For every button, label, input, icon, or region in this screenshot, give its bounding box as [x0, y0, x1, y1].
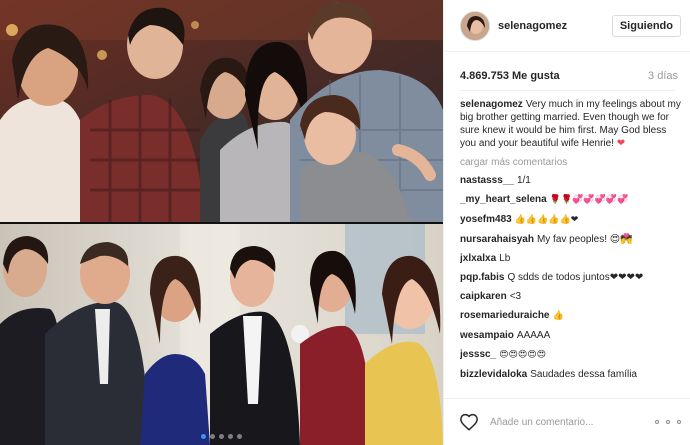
avatar-image: [461, 11, 489, 40]
comment-text: <3: [509, 291, 522, 302]
post-side-panel: selenagomez Siguiendo 4.869.753 Me gusta…: [443, 0, 690, 445]
photo-wedding-group: [0, 224, 443, 445]
list-item: pqp.fabis Q sdds de todos juntos❤❤❤❤: [460, 271, 682, 284]
post-timestamp[interactable]: 3 días: [648, 70, 678, 82]
comment-author[interactable]: _my_heart_selena: [460, 194, 547, 205]
comment-text: 👍👍👍👍👍❤: [514, 215, 579, 225]
comment-text: 😍😍😍😍😍: [499, 350, 547, 360]
avatar[interactable]: [460, 10, 490, 41]
comment-author[interactable]: pqp.fabis: [460, 272, 504, 283]
comment-author[interactable]: jesssc_: [460, 349, 496, 360]
comment-text: AAAAA: [516, 330, 551, 341]
photo-wedding-group-illustration: [0, 224, 443, 445]
comment-text: Q sdds de todos juntos❤❤❤❤: [507, 272, 644, 283]
comment-text: Lb: [499, 253, 511, 264]
post-stats: 4.869.753 Me gusta 3 días: [460, 70, 678, 82]
comment-text: My fav peoples! 😍💏: [536, 234, 633, 245]
photo-cast-group: [0, 0, 443, 222]
list-item: nastasss__ 1/1: [460, 174, 682, 187]
comments-list: selenagomez Very much in my feelings abou…: [460, 98, 682, 396]
load-more-comments-link[interactable]: cargar más comentarios: [460, 157, 682, 168]
list-item: jesssc_ 😍😍😍😍😍: [460, 348, 682, 362]
post-header: selenagomez Siguiendo: [444, 0, 690, 52]
comment-bar: [444, 398, 690, 445]
comment-author[interactable]: jxlxalxa: [460, 253, 496, 264]
post-caption: selenagomez Very much in my feelings abou…: [460, 98, 682, 150]
carousel-dot[interactable]: [237, 434, 242, 439]
list-item: _my_heart_selena 🌹🌹💞💞💞💞💞: [460, 193, 682, 207]
more-dot: [666, 420, 670, 424]
more-options-icon[interactable]: [655, 420, 681, 424]
comment-author[interactable]: bizzlevidaloka: [460, 369, 527, 380]
carousel-dot[interactable]: [201, 434, 206, 439]
carousel-dot[interactable]: [228, 434, 233, 439]
photo-cast-group-illustration: [0, 0, 443, 222]
comment-author[interactable]: yosefm483: [460, 214, 512, 225]
list-item: bizzlevidaloka Saudades dessa família: [460, 368, 682, 381]
heart-outline-icon[interactable]: [458, 411, 480, 433]
list-item: wesampaio AAAAA: [460, 329, 682, 342]
list-item: rosemarieduraiche 👍: [460, 309, 682, 323]
following-button[interactable]: Siguiendo: [611, 14, 681, 37]
comment-author[interactable]: caipkaren: [460, 291, 507, 302]
carousel-dot[interactable]: [210, 434, 215, 439]
comment-text: 👍: [552, 311, 564, 321]
comment-text: 🌹🌹💞💞💞💞💞: [549, 195, 629, 205]
comment-author[interactable]: rosemarieduraiche: [460, 310, 550, 321]
post-photo[interactable]: [0, 0, 443, 445]
list-item: jxlxalxa Lb: [460, 252, 682, 265]
like-count[interactable]: 4.869.753 Me gusta: [460, 70, 560, 82]
caption-author[interactable]: selenagomez: [460, 99, 523, 110]
list-item: nursarahaisyah My fav peoples! 😍💏: [460, 233, 682, 246]
list-item: caipkaren <3: [460, 290, 682, 303]
comment-author[interactable]: nastasss__: [460, 175, 514, 186]
divider: [460, 90, 675, 91]
post-author-username[interactable]: selenagomez: [498, 20, 612, 32]
more-dot: [655, 420, 659, 424]
comment-text: Saudades dessa família: [530, 369, 637, 380]
heart-outline-icon-svg: [460, 413, 478, 431]
carousel-dot[interactable]: [219, 434, 224, 439]
comment-author[interactable]: nursarahaisyah: [460, 234, 534, 245]
more-dot: [677, 420, 681, 424]
list-item: yosefm483 👍👍👍👍👍❤: [460, 213, 682, 227]
comment-input[interactable]: [490, 416, 649, 428]
comment-author[interactable]: wesampaio: [460, 330, 514, 341]
carousel-indicator: [0, 434, 443, 439]
heart-emoji: ❤: [616, 138, 626, 149]
comment-text: 1/1: [516, 175, 531, 186]
